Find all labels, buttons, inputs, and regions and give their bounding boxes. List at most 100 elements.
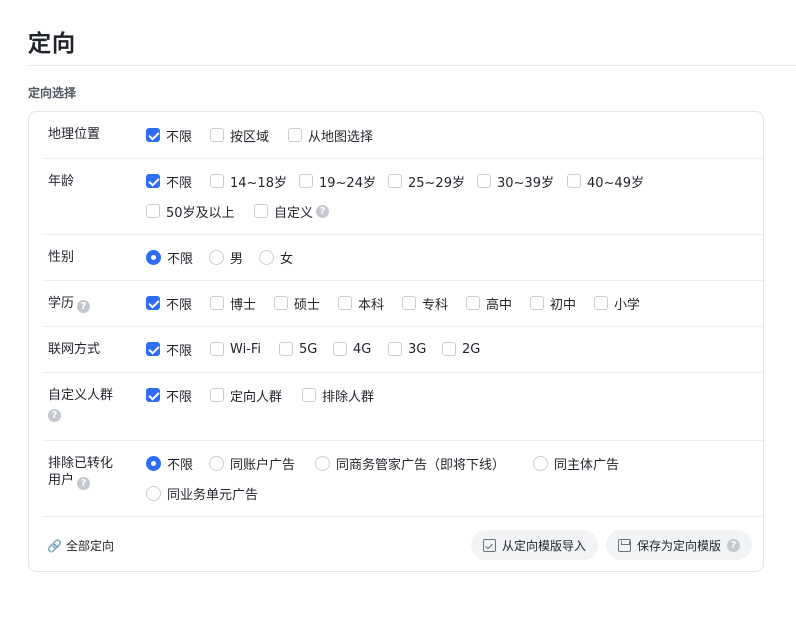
radio-exclude-same-unit[interactable]: 同业务单元广告 [146,484,258,503]
checkbox-age-custom[interactable]: 自定义? [254,202,330,221]
row-age: 年龄 不限 14~18岁 19~24岁 25~29岁 30~39岁 40~49岁… [42,159,763,235]
radio-empty-icon [533,455,548,471]
option-label: 同账户广告 [230,457,296,473]
help-circle-icon[interactable]: ? [48,409,61,422]
radio-exclude-unlimited[interactable]: 不限 [146,454,194,473]
all-targeting-link[interactable]: 🔗 全部定向 [47,537,114,554]
checkbox-age-19-24[interactable]: 19~24岁 [299,172,376,191]
option-label: 30~39岁 [497,175,554,191]
checkbox-age-25-29[interactable]: 25~29岁 [388,172,465,191]
option-label: 4G [353,341,372,357]
option-label: 按区域 [230,129,270,145]
checkbox-empty-icon [338,296,352,310]
checkbox-age-14-18[interactable]: 14~18岁 [210,172,287,191]
checkbox-net-unlimited[interactable]: 不限 [146,340,192,359]
radio-gender-unlimited[interactable]: 不限 [146,248,193,267]
radio-exclude-same-entity[interactable]: 同主体广告 [533,454,619,473]
option-label: 男 [230,251,244,267]
help-circle-icon[interactable]: ? [727,538,741,552]
row-custom-audience: 自定义人群? 不限 定向人群 排除人群 [42,373,763,441]
checkbox-empty-icon [302,388,316,402]
save-as-template-button[interactable]: 保存为定向模版? [606,530,753,560]
radio-gender-male[interactable]: 男 [209,248,244,267]
radio-selected-icon [146,455,161,471]
radio-empty-icon [315,455,330,471]
row-label-gender: 性别 [48,250,75,265]
option-label: 专科 [422,297,449,313]
checkbox-net-5g[interactable]: 5G [279,340,317,358]
option-label: 不限 [166,297,193,313]
option-label: 14~18岁 [230,175,287,191]
option-label: 5G [299,341,318,357]
option-label: 不限 [167,457,194,473]
checkbox-empty-icon [402,296,416,310]
checkbox-edu-primary[interactable]: 小学 [594,294,640,313]
checkbox-net-2g[interactable]: 2G [442,340,480,358]
option-label: 19~24岁 [319,175,376,191]
checkbox-geo-map[interactable]: 从地图选择 [288,126,374,145]
checkbox-net-4g[interactable]: 4G [333,340,371,358]
title-divider [28,65,796,66]
all-targeting-label: 全部定向 [65,539,114,553]
help-circle-icon[interactable]: ? [77,300,91,313]
checkbox-edu-bachelor[interactable]: 本科 [338,294,385,313]
checkbox-geo-region[interactable]: 按区域 [210,126,270,145]
option-label: 3G [408,341,427,357]
import-icon [483,538,496,552]
radio-exclude-same-account[interactable]: 同账户广告 [209,454,296,473]
option-label: 硕士 [294,297,321,313]
checkbox-empty-icon [210,388,224,402]
checkbox-audience-exclude[interactable]: 排除人群 [302,386,375,405]
option-label: 50岁及以上 [166,205,235,221]
option-label: 排除人群 [322,389,375,405]
option-label: 自定义 [274,205,314,221]
radio-selected-icon [146,249,161,265]
row-label-text: 用户 [48,473,75,488]
radio-exclude-same-manager[interactable]: 同商务管家广告（即将下线） [315,454,505,473]
checkbox-empty-icon [567,174,581,188]
checkbox-net-3g[interactable]: 3G [388,340,426,358]
option-label: 不限 [166,129,193,145]
checkbox-geo-unlimited[interactable]: 不限 [146,126,193,145]
checkbox-age-unlimited[interactable]: 不限 [146,172,192,191]
checkbox-age-30-39[interactable]: 30~39岁 [477,172,554,191]
row-label-education: 学历? [48,295,138,313]
checkbox-net-wifi[interactable]: Wi-Fi [210,340,261,358]
checkbox-empty-icon [210,342,224,356]
help-circle-icon[interactable]: ? [77,477,91,490]
section-label: 定向选择 [28,86,77,100]
page-title: 定向 [28,31,76,57]
option-label: Wi-Fi [230,341,262,357]
checkbox-age-50-plus[interactable]: 50岁及以上 [146,202,235,221]
row-network: 联网方式 不限 Wi-Fi 5G 4G 3G 2G [42,327,763,373]
import-button-label: 从定向模版导入 [502,538,587,553]
checkbox-edu-unlimited[interactable]: 不限 [146,294,193,313]
radio-gender-female[interactable]: 女 [259,248,294,267]
import-from-template-button[interactable]: 从定向模版导入 [471,530,599,560]
row-geo: 地理位置 不限 按区域 从地图选择 [42,112,763,159]
option-label: 女 [280,251,294,267]
help-circle-icon[interactable]: ? [316,204,330,218]
checkbox-empty-icon [274,296,288,310]
checkbox-edu-phd[interactable]: 博士 [210,294,256,313]
checkbox-checked-icon [146,342,160,356]
row-label-age: 年龄 [48,174,75,189]
option-label: 高中 [486,297,513,313]
checkbox-empty-icon [254,204,268,218]
row-label-exclude-converted: 排除已转化 用户? [48,455,138,490]
radio-empty-icon [209,455,224,471]
checkbox-age-40-49[interactable]: 40~49岁 [567,172,644,191]
radio-empty-icon [146,485,161,501]
checkbox-audience-target[interactable]: 定向人群 [210,386,282,405]
checkbox-edu-college[interactable]: 专科 [402,294,449,313]
checkbox-audience-unlimited[interactable]: 不限 [146,386,192,405]
checkbox-edu-master[interactable]: 硕士 [274,294,321,313]
option-label: 从地图选择 [308,129,374,145]
row-label-custom-audience: 自定义人群? [48,387,138,422]
option-label: 本科 [358,297,385,313]
checkbox-edu-highschool[interactable]: 高中 [466,294,513,313]
checkbox-empty-icon [442,342,456,356]
radio-empty-icon [259,249,274,265]
checkbox-edu-middle[interactable]: 初中 [530,294,577,313]
option-label: 初中 [550,297,577,313]
